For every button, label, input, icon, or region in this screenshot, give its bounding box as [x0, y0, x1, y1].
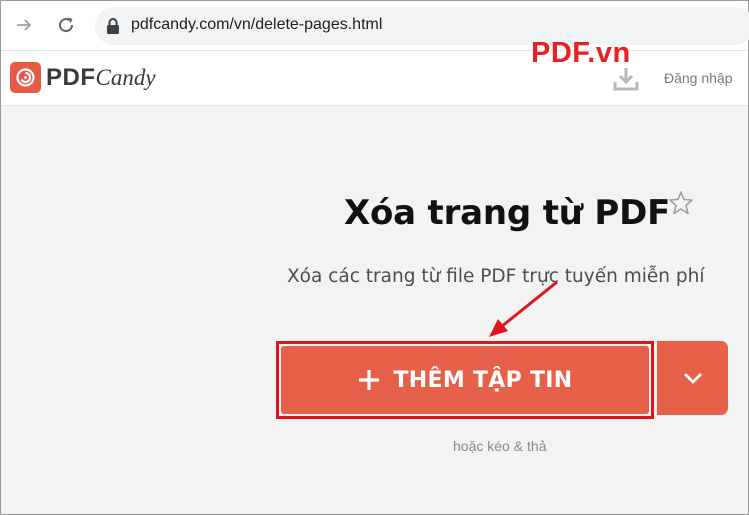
reload-button[interactable] [53, 12, 79, 38]
logo-script-text: Candy [95, 64, 156, 90]
page-subtitle: Xóa các trang từ file PDF trực tuyến miễ… [287, 266, 705, 287]
add-file-button[interactable]: THÊM TẬP TIN [281, 346, 649, 414]
logo-text: PDF [46, 63, 96, 91]
forward-button[interactable] [11, 12, 37, 38]
reload-icon [59, 17, 74, 33]
address-bar[interactable]: pdfcandy.com/vn/delete-pages.html [95, 7, 749, 45]
star-icon[interactable] [668, 190, 694, 215]
page-title: Xóa trang từ PDF [344, 193, 671, 233]
forward-arrow-icon [17, 19, 32, 31]
browser-toolbar: pdfcandy.com/vn/delete-pages.html [1, 1, 749, 51]
chevron-down-icon [683, 373, 702, 384]
plus-icon [357, 368, 381, 392]
add-file-label: THÊM TẬP TIN [393, 367, 573, 393]
login-link[interactable]: Đăng nhập [664, 70, 733, 86]
highlight-box: THÊM TẬP TIN [276, 341, 654, 419]
watermark-logo: PDF.vn [531, 37, 631, 69]
url-text[interactable]: pdfcandy.com/vn/delete-pages.html [131, 16, 382, 34]
lock-icon[interactable] [105, 17, 121, 35]
drag-drop-hint: hoặc kéo & thả [453, 438, 547, 454]
candy-logo-icon [10, 62, 41, 93]
site-logo[interactable]: PDF Candy [10, 62, 156, 93]
upload-options-dropdown[interactable] [657, 341, 728, 415]
